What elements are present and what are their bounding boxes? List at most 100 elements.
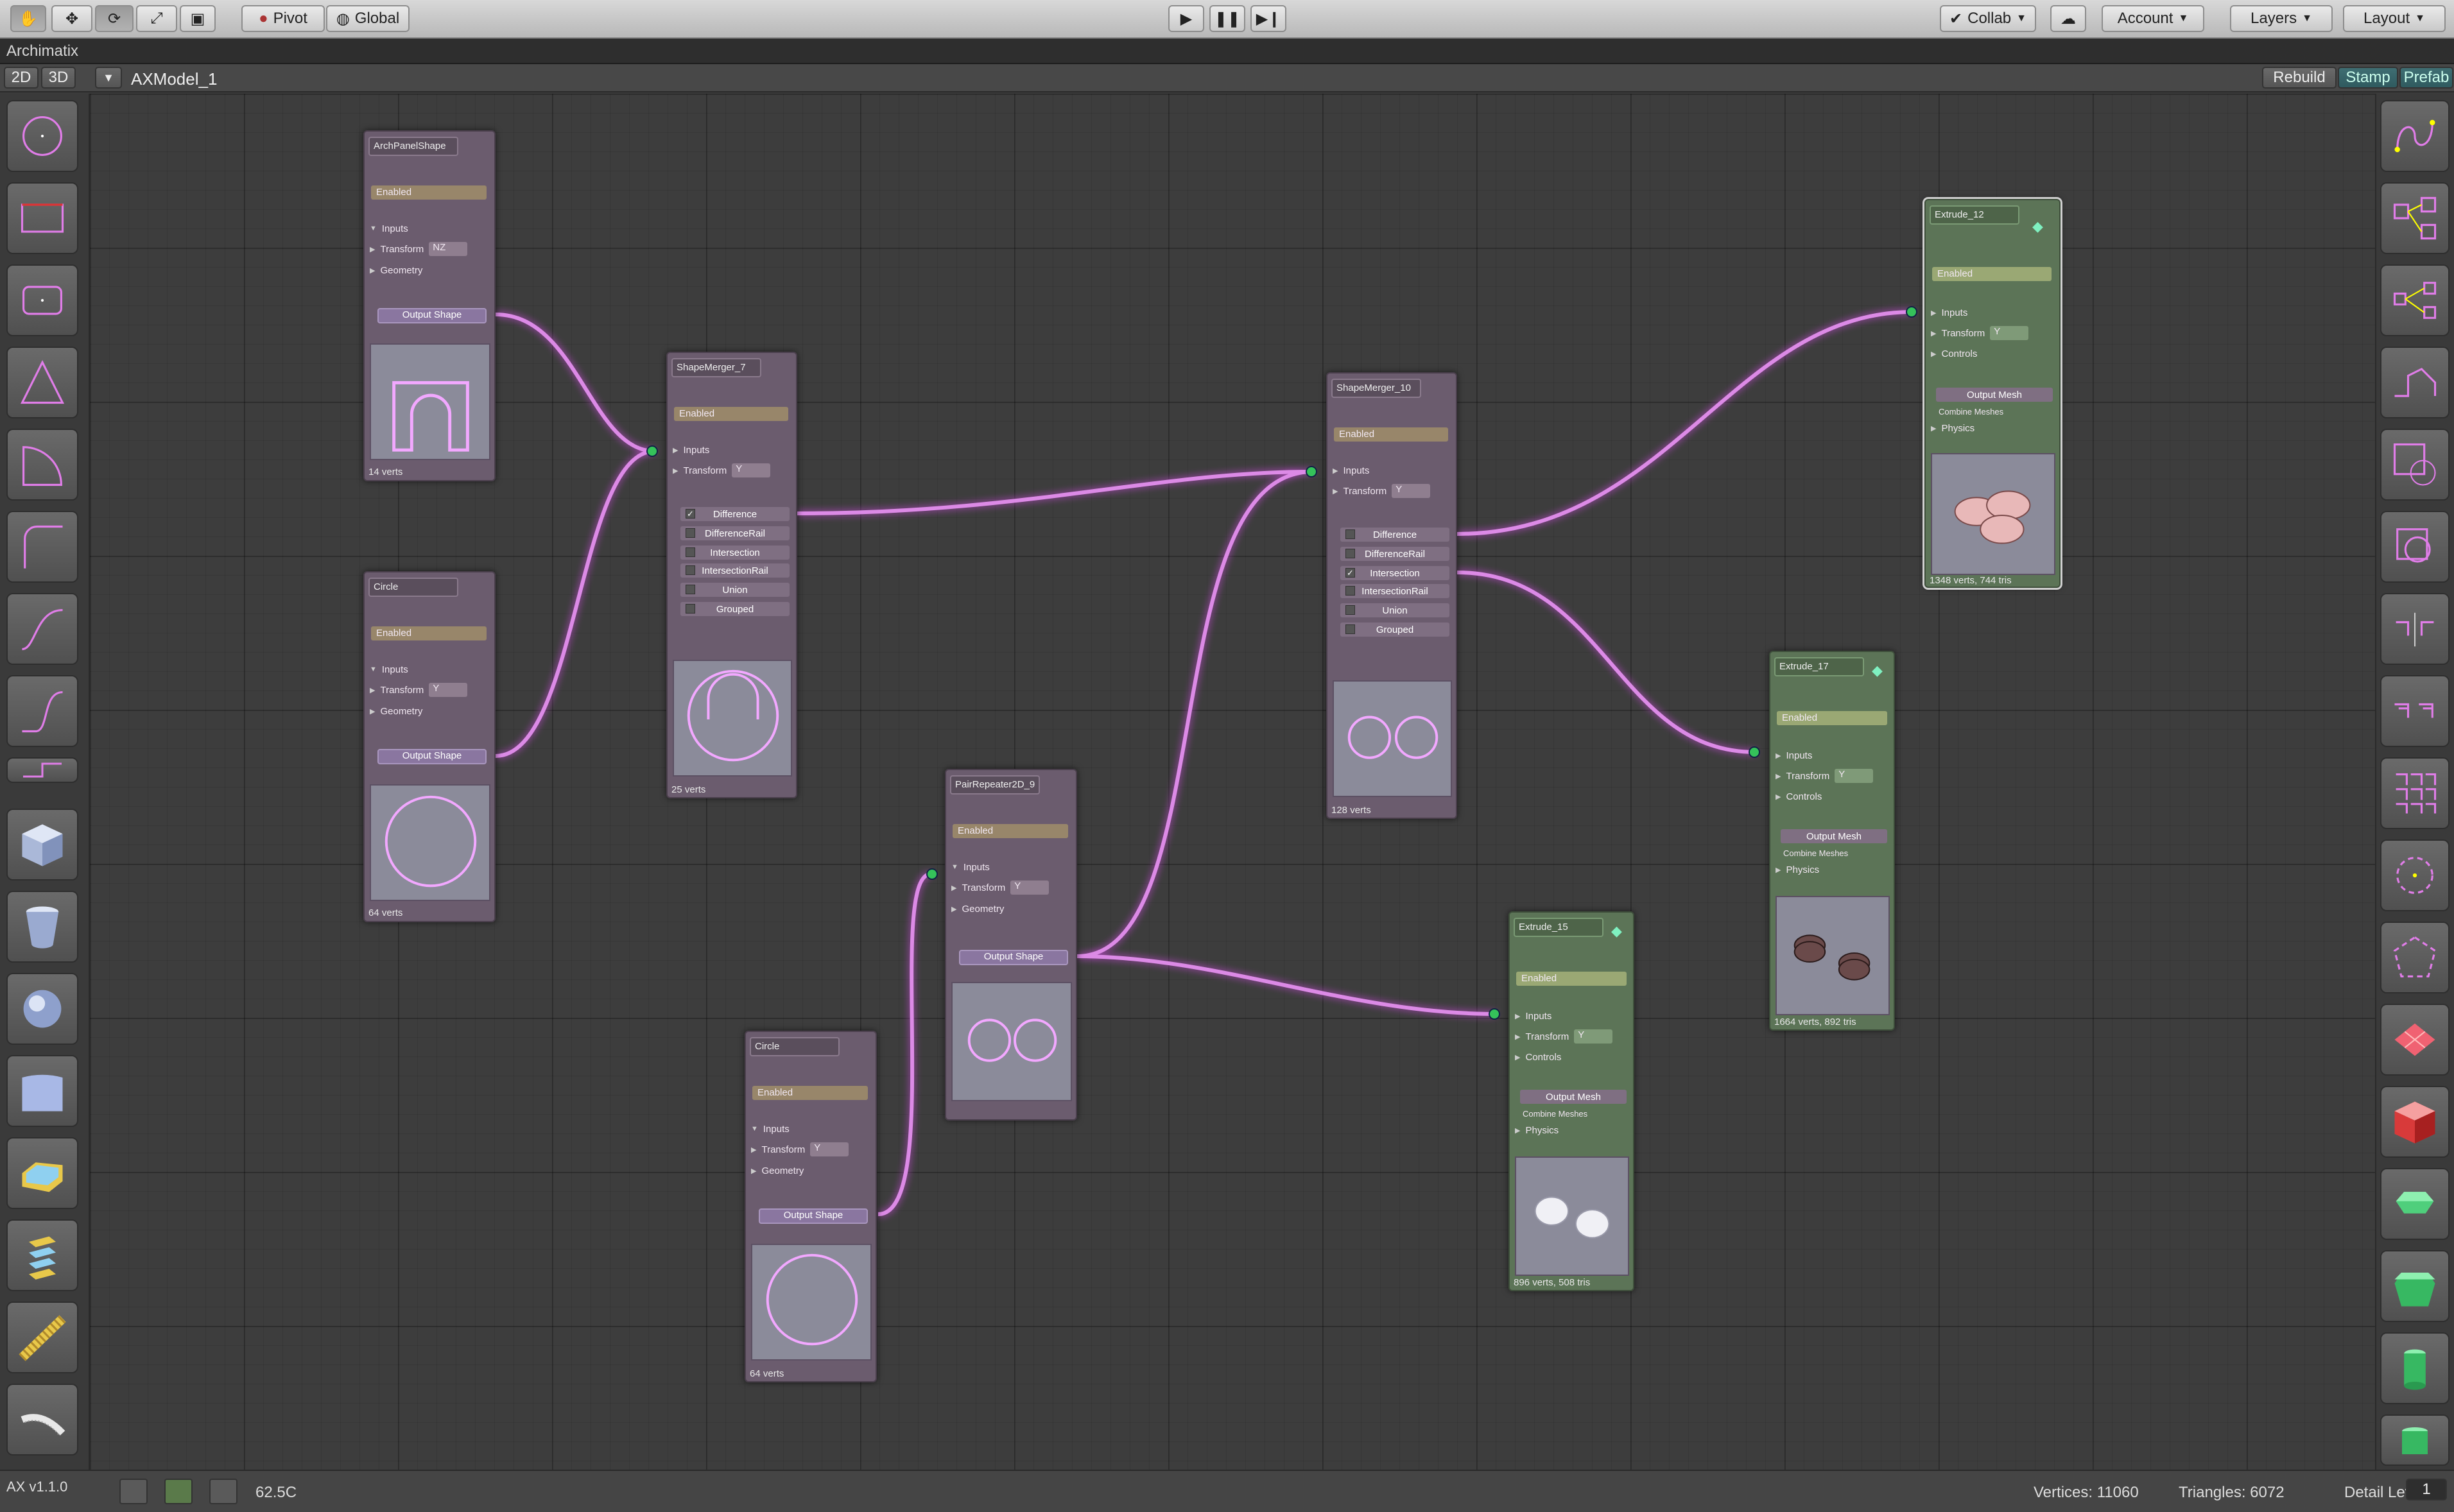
checkbox[interactable] <box>686 585 695 594</box>
layout-dropdown[interactable]: Layout ▼ <box>2343 5 2446 32</box>
inputs-foldout[interactable]: Inputs <box>382 664 408 675</box>
green-stack-tool-icon[interactable] <box>2380 1414 2450 1466</box>
model-menu-button[interactable]: ▼ <box>95 67 122 89</box>
output-shape-port[interactable]: Output Shape <box>377 308 487 323</box>
geometry-foldout[interactable]: Geometry <box>380 265 422 276</box>
stairs-mesh-tool-icon[interactable] <box>6 1302 78 1373</box>
checkbox[interactable] <box>1345 605 1355 615</box>
arc-shape-tool-icon[interactable] <box>6 429 78 501</box>
node-title[interactable]: Circle <box>750 1037 840 1056</box>
layers-dropdown[interactable]: Layers ▼ <box>2230 5 2333 32</box>
step-button[interactable]: ▶❙ <box>1250 5 1286 32</box>
curve-tool-icon[interactable] <box>6 593 78 665</box>
transform-foldout[interactable]: Transform <box>380 244 424 255</box>
node-shape-merger-7[interactable]: ShapeMerger_7 Enabled ▶ Inputs ▶ Transform… <box>666 352 797 798</box>
axis-select[interactable]: Y <box>1392 484 1431 498</box>
geometry-foldout[interactable]: Geometry <box>761 1165 804 1176</box>
difference-rail-option[interactable]: DifferenceRail <box>1340 547 1449 561</box>
radial-repeater-tool-icon[interactable] <box>2380 839 2450 911</box>
red-box-tool-icon[interactable] <box>2380 1086 2450 1158</box>
output-mesh-port[interactable]: Output Mesh <box>1520 1090 1627 1104</box>
collab-dropdown[interactable]: ✔ Collab ▼ <box>1940 5 2036 32</box>
axis-select[interactable]: Y <box>1010 881 1050 895</box>
transform-foldout[interactable]: Transform <box>962 882 1005 893</box>
transform-foldout[interactable]: Transform <box>1941 328 1985 339</box>
geometry-foldout[interactable]: Geometry <box>962 904 1004 915</box>
difference-option[interactable]: ✓ Difference <box>680 507 790 521</box>
inputs-foldout[interactable]: Inputs <box>1941 307 1967 318</box>
grouped-option[interactable]: Grouped <box>1340 623 1449 637</box>
node-title[interactable]: Circle <box>368 578 458 597</box>
gem-icon[interactable]: ◆ <box>1611 923 1622 940</box>
transform-foldout[interactable]: Transform <box>380 685 424 696</box>
physics-foldout[interactable]: Physics <box>1786 864 1819 875</box>
account-dropdown[interactable]: Account ▼ <box>2102 5 2204 32</box>
library-icon[interactable] <box>164 1479 193 1504</box>
enabled-toggle[interactable]: Enabled <box>752 1086 868 1100</box>
axis-select[interactable]: Y <box>1835 769 1874 783</box>
checkbox[interactable] <box>686 528 695 538</box>
grid-view-icon[interactable] <box>119 1479 148 1504</box>
spline-tool-icon[interactable] <box>2380 100 2450 172</box>
sphere-mesh-tool-icon[interactable] <box>6 973 78 1045</box>
enabled-toggle[interactable]: Enabled <box>1777 711 1887 725</box>
transform-foldout[interactable]: Transform <box>1786 771 1829 782</box>
node-title[interactable]: ArchPanelShape <box>368 137 458 156</box>
node-extrude-12[interactable]: Extrude_12 ◆ Enabled ▶ Inputs ▶ Transform Y… <box>1923 197 2062 590</box>
node-title[interactable]: PairRepeater2D_9 <box>950 775 1040 795</box>
union-option[interactable]: Union <box>680 583 790 597</box>
play-button[interactable]: ▶ <box>1168 5 1204 32</box>
pause-button[interactable]: ❚❚ <box>1209 5 1245 32</box>
checkbox-checked[interactable]: ✓ <box>686 509 695 519</box>
checkbox[interactable] <box>1345 529 1355 539</box>
green-column-tool-icon[interactable] <box>2380 1332 2450 1404</box>
axis-select[interactable]: Y <box>1574 1029 1613 1044</box>
intersection-rail-option[interactable]: IntersectionRail <box>1340 584 1449 598</box>
node-circle-2[interactable]: Circle Enabled ▼ Inputs ▶ Transform Y ▶ Geom… <box>745 1031 877 1382</box>
checkbox-checked[interactable]: ✓ <box>1345 568 1355 578</box>
enabled-toggle[interactable]: Enabled <box>953 824 1068 838</box>
circle-shape-tool-icon[interactable] <box>6 100 78 172</box>
inputs-foldout[interactable]: Inputs <box>1343 465 1369 476</box>
plan-mesh-tool-icon[interactable] <box>2380 1004 2450 1076</box>
enabled-toggle[interactable]: Enabled <box>371 185 487 200</box>
node-pair-repeater-2d[interactable]: PairRepeater2D_9 Enabled ▼ Inputs ▶ Transf… <box>945 769 1077 1121</box>
profile-tool-icon[interactable] <box>2380 347 2450 418</box>
checkbox[interactable] <box>1345 586 1355 596</box>
output-shape-port[interactable]: Output Shape <box>759 1208 868 1224</box>
extrude-mesh-tool-icon[interactable] <box>6 1137 78 1209</box>
transform-foldout[interactable]: Transform <box>683 465 727 476</box>
cylinder-mesh-tool-icon[interactable] <box>6 891 78 963</box>
step-shape-tool-icon[interactable] <box>6 757 78 783</box>
geometry-foldout[interactable]: Geometry <box>380 706 422 717</box>
physics-foldout[interactable]: Physics <box>1525 1125 1559 1136</box>
controls-foldout[interactable]: Controls <box>1786 791 1822 802</box>
gem-icon[interactable]: ◆ <box>2032 218 2043 235</box>
output-mesh-port[interactable]: Output Mesh <box>1781 829 1887 843</box>
node-circle[interactable]: Circle Enabled ▼ Inputs ▶ Transform Y ▶ Geom… <box>363 571 496 922</box>
hand-tool-icon[interactable]: ✋ <box>10 5 46 32</box>
mode-3d-button[interactable]: 3D <box>41 67 76 89</box>
node-title[interactable]: Extrude_15 <box>1514 918 1603 937</box>
stamp-button[interactable]: Stamp <box>2338 67 2398 89</box>
branch-tool-icon[interactable] <box>2380 182 2450 254</box>
mode-2d-button[interactable]: 2D <box>4 67 39 89</box>
checkbox[interactable] <box>686 565 695 575</box>
grouped-option[interactable]: Grouped <box>680 602 790 616</box>
node-arch-panel-shape[interactable]: ArchPanelShape Enabled ▼ Inputs ▶ Transfor… <box>363 130 496 481</box>
intersection-option[interactable]: ✓ Intersection <box>1340 566 1449 580</box>
enabled-toggle[interactable]: Enabled <box>1516 972 1627 986</box>
union-option[interactable]: Union <box>1340 603 1449 617</box>
transform-foldout[interactable]: Transform <box>1525 1031 1569 1042</box>
pivot-toggle[interactable]: ● Pivot <box>241 5 325 32</box>
floors-mesh-tool-icon[interactable] <box>6 1219 78 1291</box>
controls-foldout[interactable]: Controls <box>1941 348 1977 359</box>
shape-offset-tool-icon[interactable] <box>2380 429 2450 501</box>
s-curve-tool-icon[interactable] <box>6 675 78 747</box>
rounded-rect-tool-icon[interactable] <box>6 264 78 336</box>
inputs-foldout[interactable]: Inputs <box>1786 750 1812 761</box>
checkbox[interactable] <box>686 547 695 557</box>
shape-rotate-tool-icon[interactable] <box>2380 511 2450 583</box>
scale-tool-icon[interactable]: ⤢ <box>136 5 177 32</box>
enabled-toggle[interactable]: Enabled <box>1334 427 1448 442</box>
